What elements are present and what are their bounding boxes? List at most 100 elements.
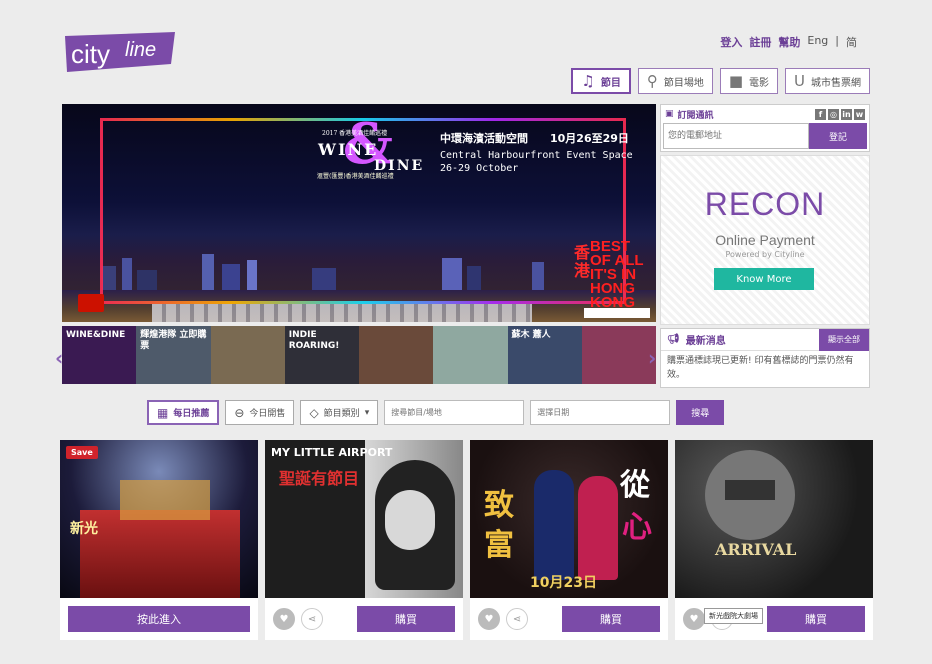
event-card: MY LITTLE AIRPORT 聖誕有節目 ♥ ⋖ 購買: [265, 440, 463, 640]
instagram-icon[interactable]: ◎: [828, 108, 839, 120]
thumb-1[interactable]: WINE&DINE: [62, 326, 137, 384]
char-fu: 富: [484, 528, 514, 563]
event-image[interactable]: 新光 Save: [60, 440, 258, 598]
event-card: 致 富 從 心 10月23日 ♥ ⋖ 購買: [470, 440, 668, 640]
help-link[interactable]: 幫助: [778, 34, 800, 50]
chevron-down-icon: ▾: [364, 407, 370, 418]
share-icon[interactable]: ⋖: [301, 608, 323, 630]
card-title: ARRIVAL: [715, 540, 797, 559]
news-box: 📢︎ 最新消息 顯示全部 購票通標誌現已更新! 印有舊標誌的門票仍然有效。: [660, 328, 870, 388]
email-field[interactable]: [663, 123, 809, 149]
category-label: 節目類別: [323, 409, 360, 419]
map-pin-icon: ⚲: [646, 71, 658, 90]
enter-button[interactable]: 按此進入: [68, 606, 250, 632]
daily-recommend-label: 每日推薦: [173, 409, 210, 419]
facebook-icon[interactable]: f: [815, 108, 826, 120]
thumb-5[interactable]: [359, 326, 434, 384]
thumb-2[interactable]: 輝煌港隊 立即購票: [136, 326, 211, 384]
nav-movies-button[interactable]: ■ 電影: [719, 68, 779, 94]
ad-powered: Powered by Cityline: [725, 250, 805, 259]
wechat-icon[interactable]: w: [854, 108, 865, 120]
nav-movies-label: 電影: [749, 77, 770, 89]
news-body[interactable]: 購票通標誌現已更新! 印有舊標誌的門票仍然有效。: [661, 351, 869, 385]
main-nav: ♫ 節目 ⚲ 節目場地 ■ 電影 U 城市售票網: [571, 68, 870, 94]
recon-ad[interactable]: RECON Online Payment Powered by Cityline…: [660, 155, 870, 325]
hk-zh-text: 香港: [574, 243, 591, 280]
nav-venues-button[interactable]: ⚲ 節目場地: [637, 68, 713, 94]
wine-dine-logo: 2017 香港美酒佳餚巡禮 & WINE DINE: [308, 116, 428, 174]
nav-events-label: 節目: [600, 77, 621, 89]
search-button[interactable]: 搜尋: [676, 400, 725, 425]
card-date: 10月23日: [530, 575, 597, 591]
newsletter-icon: ▣: [665, 109, 674, 119]
heart-icon[interactable]: ♥: [273, 608, 295, 630]
megaphone-icon: 📢︎: [667, 334, 680, 345]
subscribe-button[interactable]: 登記: [809, 123, 867, 149]
cityline-logo[interactable]: city line: [63, 30, 181, 76]
thumb-4[interactable]: INDIE ROARING!: [284, 326, 359, 384]
date-picker-input[interactable]: [530, 400, 671, 425]
share-icon[interactable]: ⋖: [506, 608, 528, 630]
on-sale-today-button[interactable]: ⊖ 今日開售: [225, 400, 295, 425]
thumb-4-text: INDIE ROARING!: [288, 330, 340, 351]
know-more-button[interactable]: Know More: [714, 268, 814, 290]
show-all-button[interactable]: 顯示全部: [819, 328, 869, 351]
hero-banner[interactable]: 2017 香港美酒佳餚巡禮 & WINE DINE 滙豐(匯豐)香港美酒佳餚巡禮…: [62, 104, 656, 322]
diamond-icon: ◇: [309, 405, 319, 420]
daily-recommend-button[interactable]: ▦ 每日推薦: [147, 400, 220, 425]
urbtix-icon: U: [794, 71, 805, 90]
thumb-2-text: 輝煌港隊 立即購票: [140, 330, 207, 351]
buy-button[interactable]: 購買: [357, 606, 455, 632]
grid-icon: ▦: [157, 405, 169, 420]
card-subtitle: 聖誕有節目: [279, 469, 360, 488]
news-title: 最新消息: [685, 336, 726, 347]
thumb-7[interactable]: 蘇木 蕭人: [507, 326, 582, 384]
keyword-search-input[interactable]: [384, 400, 525, 425]
venue-tooltip: 新光戲院大劇場: [704, 608, 763, 624]
char-xin: 心: [622, 510, 652, 545]
english-link[interactable]: Eng: [807, 34, 828, 50]
event-tents: [152, 304, 532, 322]
buy-button[interactable]: 購買: [562, 606, 660, 632]
linkedin-icon[interactable]: in: [841, 108, 852, 120]
event-image[interactable]: MY LITTLE AIRPORT 聖誕有節目: [265, 440, 463, 598]
thumb-3[interactable]: [210, 326, 285, 384]
search-bar: ▦ 每日推薦 ⊖ 今日開售 ◇ 節目類別 ▾ 搜尋: [147, 400, 725, 425]
date-zh: 10月26至29日: [550, 132, 629, 145]
sign-text: 新光: [70, 521, 98, 537]
thumb-8[interactable]: [581, 326, 656, 384]
sponsor-logo: [78, 294, 104, 312]
login-link[interactable]: 登入: [720, 34, 742, 50]
social-icons: f ◎ in w: [815, 108, 865, 120]
event-card: 新光 Save 按此進入: [60, 440, 258, 640]
wine-dine-small-text: 2017 香港美酒佳餚巡禮: [322, 130, 388, 137]
card-title: MY LITTLE AIRPORT: [271, 446, 393, 459]
newsletter-title: 訂閱通訊: [677, 110, 714, 121]
heart-icon[interactable]: ♥: [478, 608, 500, 630]
buy-button[interactable]: 購買: [767, 606, 865, 632]
category-dropdown[interactable]: ◇ 節目類別 ▾: [300, 400, 379, 425]
nav-urbtix-label: 城市售票網: [811, 77, 861, 89]
nav-events-button[interactable]: ♫ 節目: [571, 68, 631, 94]
partner-logo: [584, 308, 650, 318]
best-of-all-text: BEST OF ALL IT'S IN HONG KONG: [590, 239, 644, 310]
simplified-chinese-link[interactable]: 简: [846, 34, 857, 50]
heart-icon[interactable]: ♥: [683, 608, 705, 630]
thumb-6[interactable]: [433, 326, 508, 384]
wine-text: WINE: [318, 140, 379, 159]
save-badge[interactable]: Save: [66, 446, 98, 459]
on-sale-today-label: 今日開售: [249, 409, 286, 419]
register-link[interactable]: 註冊: [749, 34, 771, 50]
thumb-7-text: 蘇木 蕭人: [511, 330, 551, 340]
event-image[interactable]: ARRIVAL: [675, 440, 873, 598]
nav-urbtix-button[interactable]: U 城市售票網: [785, 68, 870, 94]
logo-text-line: line: [125, 39, 156, 61]
char-zhi: 致: [484, 488, 514, 523]
thumbs-next-arrow[interactable]: ›: [648, 346, 656, 370]
clock-icon: ⊖: [234, 405, 245, 420]
nav-venues-label: 節目場地: [663, 77, 704, 89]
event-image[interactable]: 致 富 從 心 10月23日: [470, 440, 668, 598]
event-info: 中環海濱活動空間 10月26至29日 Central Harbourfront …: [440, 130, 633, 175]
char-cong: 從: [620, 468, 650, 503]
ad-title: RECON: [704, 186, 826, 222]
